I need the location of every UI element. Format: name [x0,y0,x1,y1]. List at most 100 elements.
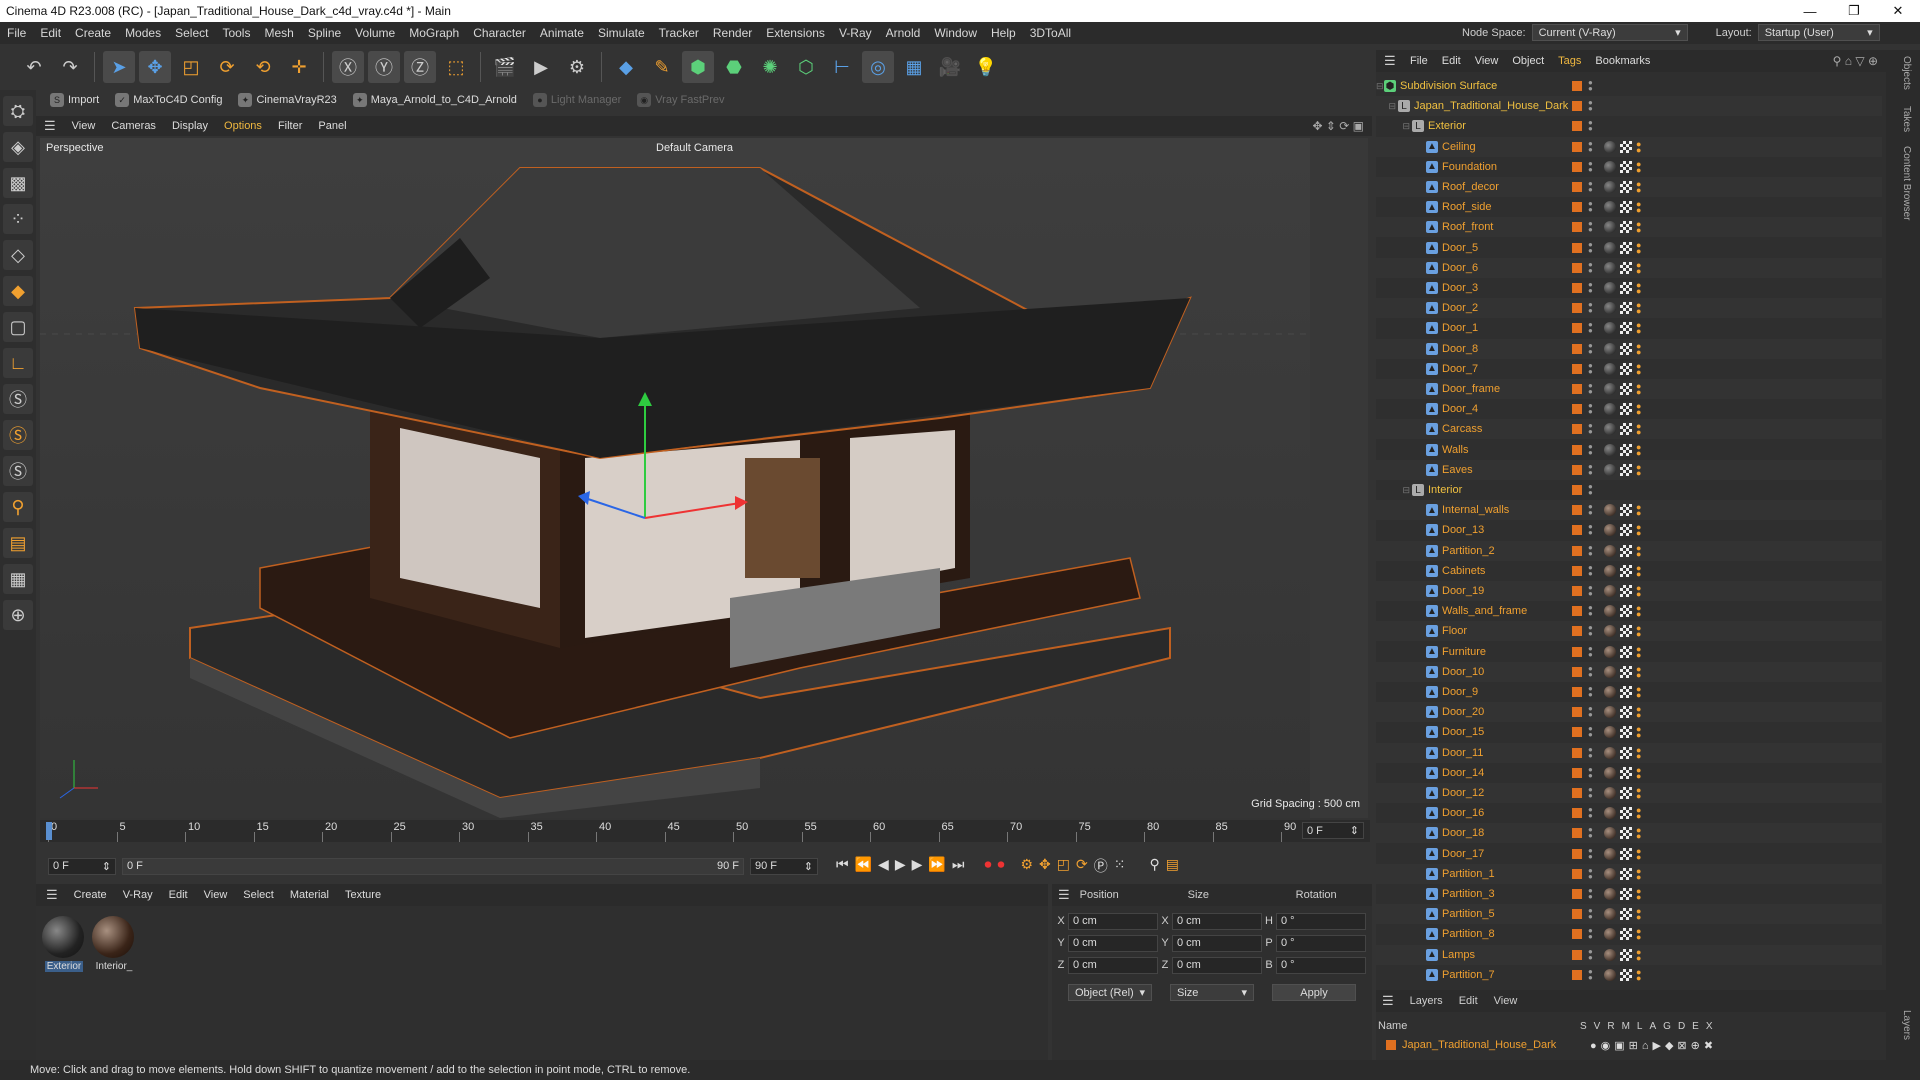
object-name[interactable]: Interior [1428,484,1462,496]
next-key-icon[interactable]: ⏩ [928,856,945,876]
layout-select[interactable]: Startup (User) ▾ [1757,24,1880,41]
layers-menu-layers[interactable]: Layers [1404,995,1449,1007]
workplane-snap-icon[interactable]: Ⓢ [3,456,33,486]
visibility-toggle-icon[interactable]: ● ● [1588,442,1593,456]
position-field[interactable]: 0 cm [1068,956,1158,974]
previous-key-icon[interactable]: ⏪ [855,856,872,876]
key-pla-icon[interactable]: ⁙ [1114,856,1126,876]
menu-select[interactable]: Select [168,26,215,40]
menu-spline[interactable]: Spline [301,26,348,40]
visibility-toggle-icon[interactable]: ● ● [1588,159,1593,173]
object-name[interactable]: Door_7 [1442,363,1478,375]
previous-frame-icon[interactable]: ◀ [878,856,889,876]
object-name[interactable]: Exterior [1428,120,1466,132]
material-menu-view[interactable]: View [198,889,234,901]
visibility-toggle-icon[interactable]: ● ● [1588,725,1593,739]
object-tree-row[interactable]: ▲ Door_16 ● ● ● ● [1376,803,1882,823]
viewport-menu-view[interactable]: View [66,120,102,132]
object-manager-tools-icons[interactable]: ⚲ ⌂ ▽ ⊕ [1833,54,1878,68]
snap-icon[interactable]: Ⓢ [3,384,33,414]
timeline-window-icon[interactable]: ⚲ [1149,856,1159,876]
texture-tag-icon[interactable] [1620,524,1632,537]
key-parameter-icon[interactable]: Ⓟ [1094,856,1108,876]
object-tree-row[interactable]: ⊟ L Japan_Traditional_House_Dark ● ● [1376,96,1882,117]
object-name[interactable]: Roof_side [1442,201,1492,213]
light-manager-button[interactable]: ● Light Manager [527,93,627,107]
selection-tag-icon[interactable]: ● ● [1636,624,1641,639]
texture-tag-icon[interactable] [1620,322,1632,335]
keyframe-selection-icon[interactable]: ⚙ [1020,856,1033,876]
visibility-toggle-icon[interactable]: ● ● [1588,604,1593,618]
object-name[interactable]: Subdivision Surface [1400,80,1497,92]
maya-arnold-button[interactable]: ✦ Maya_Arnold_to_C4D_Arnold [347,93,523,107]
material-menu-material[interactable]: Material [284,889,335,901]
rotation-field[interactable]: 0 ° [1276,934,1366,952]
texture-tag-icon[interactable] [1620,383,1632,395]
material-tag-icon[interactable] [1604,625,1616,638]
preview-range-slider[interactable]: 0 F 90 F [122,857,744,875]
visibility-toggle-icon[interactable]: ● ● [1588,260,1593,274]
material-tag-icon[interactable] [1604,201,1616,214]
pen-spline-icon[interactable]: ✎ [646,51,678,83]
object-tree-row[interactable]: ▲ Door_5 ● ● ● ● [1376,238,1882,258]
object-name[interactable]: Door_1 [1442,322,1478,334]
texture-tag-icon[interactable] [1620,140,1632,153]
layer-flag-icons[interactable]: ●◉▣⊞⌂▶◆⊠⊕✖ [1590,1039,1717,1052]
recent-tools-icon[interactable]: ⟲ [247,51,279,83]
grid-icon[interactable]: ▦ [3,564,33,594]
material-tag-icon[interactable] [1604,241,1616,254]
texture-tag-icon[interactable] [1620,968,1632,981]
apply-button[interactable]: Apply [1272,984,1356,1001]
object-name[interactable]: Door_9 [1442,686,1478,698]
selection-tag-icon[interactable]: ● ● [1636,846,1641,861]
object-name[interactable]: Door_15 [1442,726,1484,738]
material-tag-icon[interactable] [1604,160,1616,173]
object-name[interactable]: Door_4 [1442,403,1478,415]
edges-mode-icon[interactable]: ◇ [3,240,33,270]
material-tag-icon[interactable] [1604,403,1616,416]
object-tree-row[interactable]: ▲ Door_13 ● ● ● ● [1376,520,1882,540]
selection-tag-icon[interactable]: ● ● [1636,584,1641,599]
selection-tag-icon[interactable]: ● ● [1636,786,1641,801]
layer-color-swatch[interactable] [1572,889,1582,899]
collapse-toggle-icon[interactable]: ⊟ [1376,121,1412,132]
tab-takes[interactable]: Takes [1901,106,1912,132]
selection-tag-icon[interactable]: ● ● [1636,745,1641,760]
selection-tag-icon[interactable]: ● ● [1636,644,1641,659]
viewport-nav-icons[interactable]: ✥ ⇕ ⟳ ▣ [1312,119,1364,133]
texture-tag-icon[interactable] [1620,766,1632,779]
material-tag-icon[interactable] [1604,362,1616,375]
material-menu-create[interactable]: Create [68,889,113,901]
material-tag-icon[interactable] [1604,564,1616,577]
selection-tag-icon[interactable]: ● ● [1636,139,1641,154]
layer-color-swatch[interactable] [1572,646,1582,657]
visibility-toggle-icon[interactable]: ● ● [1588,563,1593,577]
selection-tag-icon[interactable]: ● ● [1636,462,1641,477]
object-name[interactable]: Door_5 [1442,242,1478,254]
material-tag-icon[interactable] [1604,504,1616,517]
menu-mesh[interactable]: Mesh [257,26,300,40]
object-name[interactable]: Japan_Traditional_House_Dark [1414,100,1568,112]
selection-tag-icon[interactable]: ● ● [1636,967,1641,982]
visibility-toggle-icon[interactable]: ● ● [1588,220,1593,234]
object-name[interactable]: Cabinets [1442,565,1485,577]
material-tag-icon[interactable] [1604,908,1616,921]
texture-tag-icon[interactable] [1620,282,1632,294]
selection-tag-icon[interactable]: ● ● [1636,240,1641,255]
visibility-toggle-icon[interactable]: ● ● [1588,180,1593,194]
selection-tag-icon[interactable]: ● ● [1636,543,1641,558]
object-tree-row[interactable]: ▲ Lamps ● ● ● ● [1376,944,1882,965]
texture-tag-icon[interactable] [1620,686,1632,698]
layer-color-swatch[interactable] [1572,262,1582,273]
menu-simulate[interactable]: Simulate [591,26,652,40]
menu-tracker[interactable]: Tracker [652,26,706,40]
selection-tag-icon[interactable]: ● ● [1636,523,1641,538]
object-tree-row[interactable]: ▲ Door_3 ● ● ● ● [1376,278,1882,298]
array-icon[interactable]: ⬣ [718,51,750,83]
texture-tag-icon[interactable] [1620,342,1632,355]
layer-color-swatch[interactable] [1572,626,1582,637]
playhead[interactable] [46,822,52,840]
visibility-toggle-icon[interactable]: ● ● [1588,543,1593,557]
material-tag-icon[interactable] [1604,544,1616,557]
object-name[interactable]: Door_20 [1442,706,1484,718]
